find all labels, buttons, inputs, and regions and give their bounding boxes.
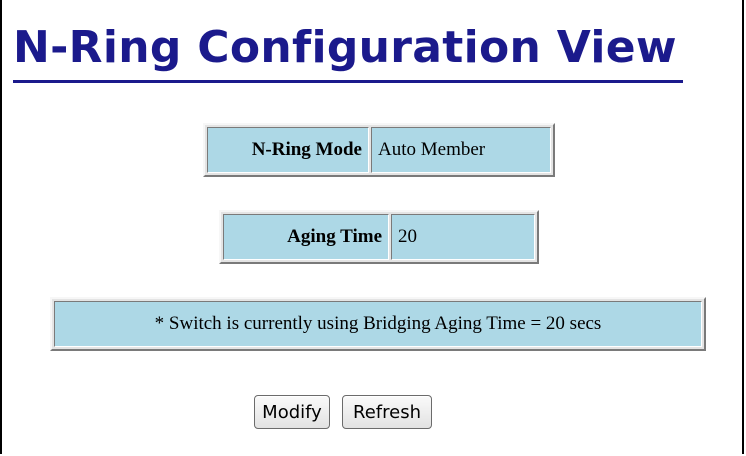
n-ring-mode-label: N-Ring Mode	[207, 127, 369, 173]
bridging-aging-note-row: * Switch is currently using Bridging Agi…	[54, 301, 702, 347]
aging-time-row: Aging Time 20	[223, 214, 535, 260]
aging-time-label: Aging Time	[223, 214, 389, 260]
aging-time-table: Aging Time 20	[219, 210, 539, 264]
n-ring-mode-value: Auto Member	[371, 127, 551, 173]
modify-button[interactable]: Modify	[254, 395, 330, 429]
n-ring-mode-row: N-Ring Mode Auto Member	[207, 127, 551, 173]
bridging-aging-note-table: * Switch is currently using Bridging Agi…	[50, 297, 706, 351]
n-ring-mode-table: N-Ring Mode Auto Member	[203, 123, 555, 177]
aging-time-value: 20	[391, 214, 535, 260]
page-title: N-Ring Configuration View	[13, 16, 683, 83]
refresh-button[interactable]: Refresh	[342, 395, 432, 429]
bridging-aging-note: * Switch is currently using Bridging Agi…	[54, 301, 702, 347]
